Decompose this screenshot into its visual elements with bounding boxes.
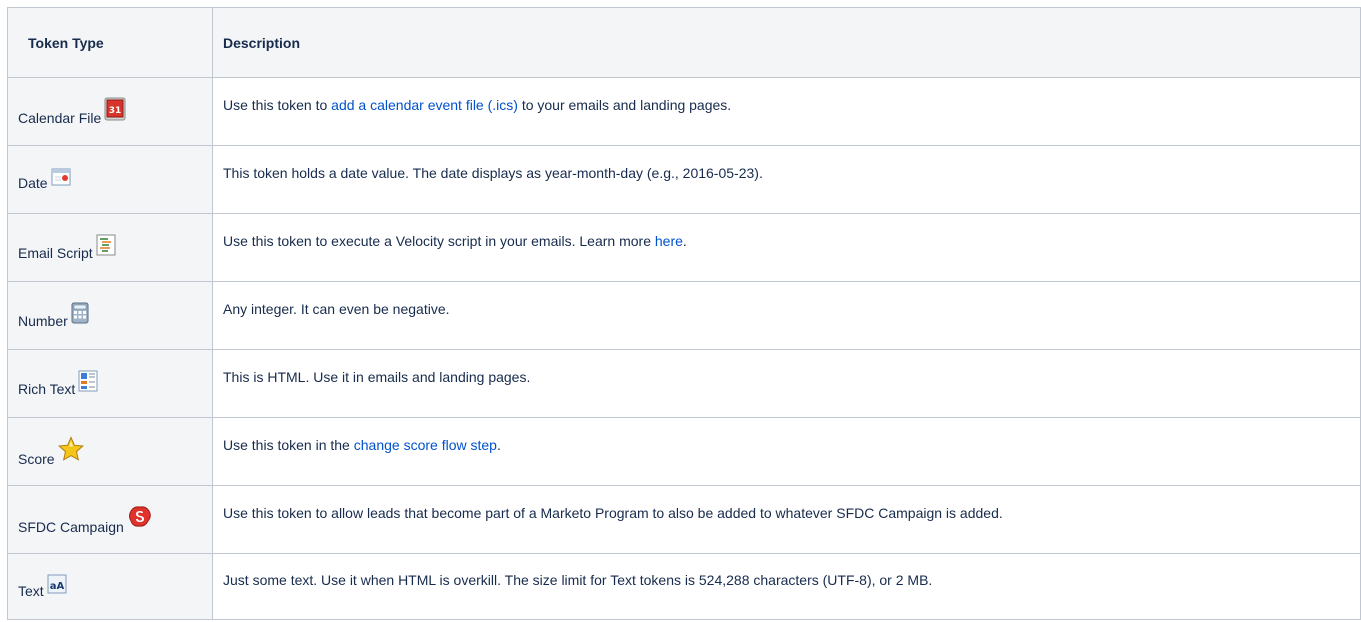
table-row: SFDC Campaign Use this token to allow le… — [7, 485, 1361, 554]
token-type-label: Rich Text — [18, 380, 76, 397]
description-text: Just some text. Use it when HTML is over… — [223, 571, 933, 588]
token-type-cell: Calendar File 31 — [7, 77, 213, 146]
token-type-label: Calendar File — [18, 109, 102, 126]
table-row: Number Any integer. It can even be negat… — [7, 281, 1361, 350]
token-type-cell: Score — [7, 417, 213, 486]
sfdc-campaign-icon — [127, 504, 153, 534]
learn-more-here-link[interactable]: here — [655, 233, 683, 249]
description-text: Use this token to allow leads that becom… — [223, 504, 1003, 521]
token-type-cell: Number — [7, 281, 213, 350]
description-text: This is HTML. Use it in emails and landi… — [223, 368, 531, 385]
token-type-label: Email Script — [18, 244, 93, 261]
description-cell: This is HTML. Use it in emails and landi… — [212, 349, 1361, 418]
description-text: Any integer. It can even be negative. — [223, 300, 450, 317]
table-header-row: Token Type Description — [7, 7, 1361, 78]
description-cell: Any integer. It can even be negative. — [212, 281, 1361, 350]
description-cell: This token holds a date value. The date … — [212, 145, 1361, 214]
change-score-flow-step-link[interactable]: change score flow step — [354, 437, 497, 453]
star-icon — [57, 435, 84, 466]
rich-text-icon — [78, 370, 98, 396]
token-type-cell: Date — [7, 145, 213, 214]
description-cell: Use this token to add a calendar event f… — [212, 77, 1361, 146]
token-type-cell: Rich Text — [7, 349, 213, 418]
table-row: Rich Text This is HTML. Use it in emails… — [7, 349, 1361, 418]
table-row: Email Script Use this token to execute a… — [7, 213, 1361, 282]
description-text: Use this token in the change score flow … — [223, 436, 501, 453]
token-types-table: Token Type Description Calendar File 31 … — [7, 7, 1361, 620]
description-text: Use this token to execute a Velocity scr… — [223, 232, 687, 249]
date-icon — [51, 168, 71, 190]
description-cell: Use this token to allow leads that becom… — [212, 485, 1361, 554]
token-type-label: Text — [18, 582, 44, 599]
table-row: Score Use this token in the change score… — [7, 417, 1361, 486]
table-row: Date This token holds a date value. The … — [7, 145, 1361, 214]
token-type-cell: SFDC Campaign — [7, 485, 213, 554]
text-icon: aA — [47, 574, 67, 598]
description-text: This token holds a date value. The date … — [223, 164, 763, 181]
email-script-icon — [96, 234, 116, 260]
calendar-icon: 31 — [104, 97, 126, 125]
table-row: Text aA Just some text. Use it when HTML… — [7, 553, 1361, 620]
token-type-cell: Text aA — [7, 553, 213, 620]
header-description: Description — [212, 7, 1361, 78]
token-type-label: Number — [18, 312, 68, 329]
token-type-cell: Email Script — [7, 213, 213, 282]
description-text: Use this token to add a calendar event f… — [223, 96, 732, 113]
calculator-icon — [71, 302, 89, 328]
header-token-type: Token Type — [7, 7, 213, 78]
token-type-label: Score — [18, 450, 55, 467]
calendar-day-text: 31 — [109, 106, 122, 116]
table-row: Calendar File 31 Use this token to add a… — [7, 77, 1361, 146]
description-cell: Use this token to execute a Velocity scr… — [212, 213, 1361, 282]
token-type-label: SFDC Campaign — [18, 518, 124, 535]
description-cell: Use this token in the change score flow … — [212, 417, 1361, 486]
calendar-event-file-link[interactable]: add a calendar event file (.ics) — [331, 97, 518, 113]
description-cell: Just some text. Use it when HTML is over… — [212, 553, 1361, 620]
token-type-label: Date — [18, 174, 48, 191]
text-icon-letters: aA — [49, 581, 64, 592]
